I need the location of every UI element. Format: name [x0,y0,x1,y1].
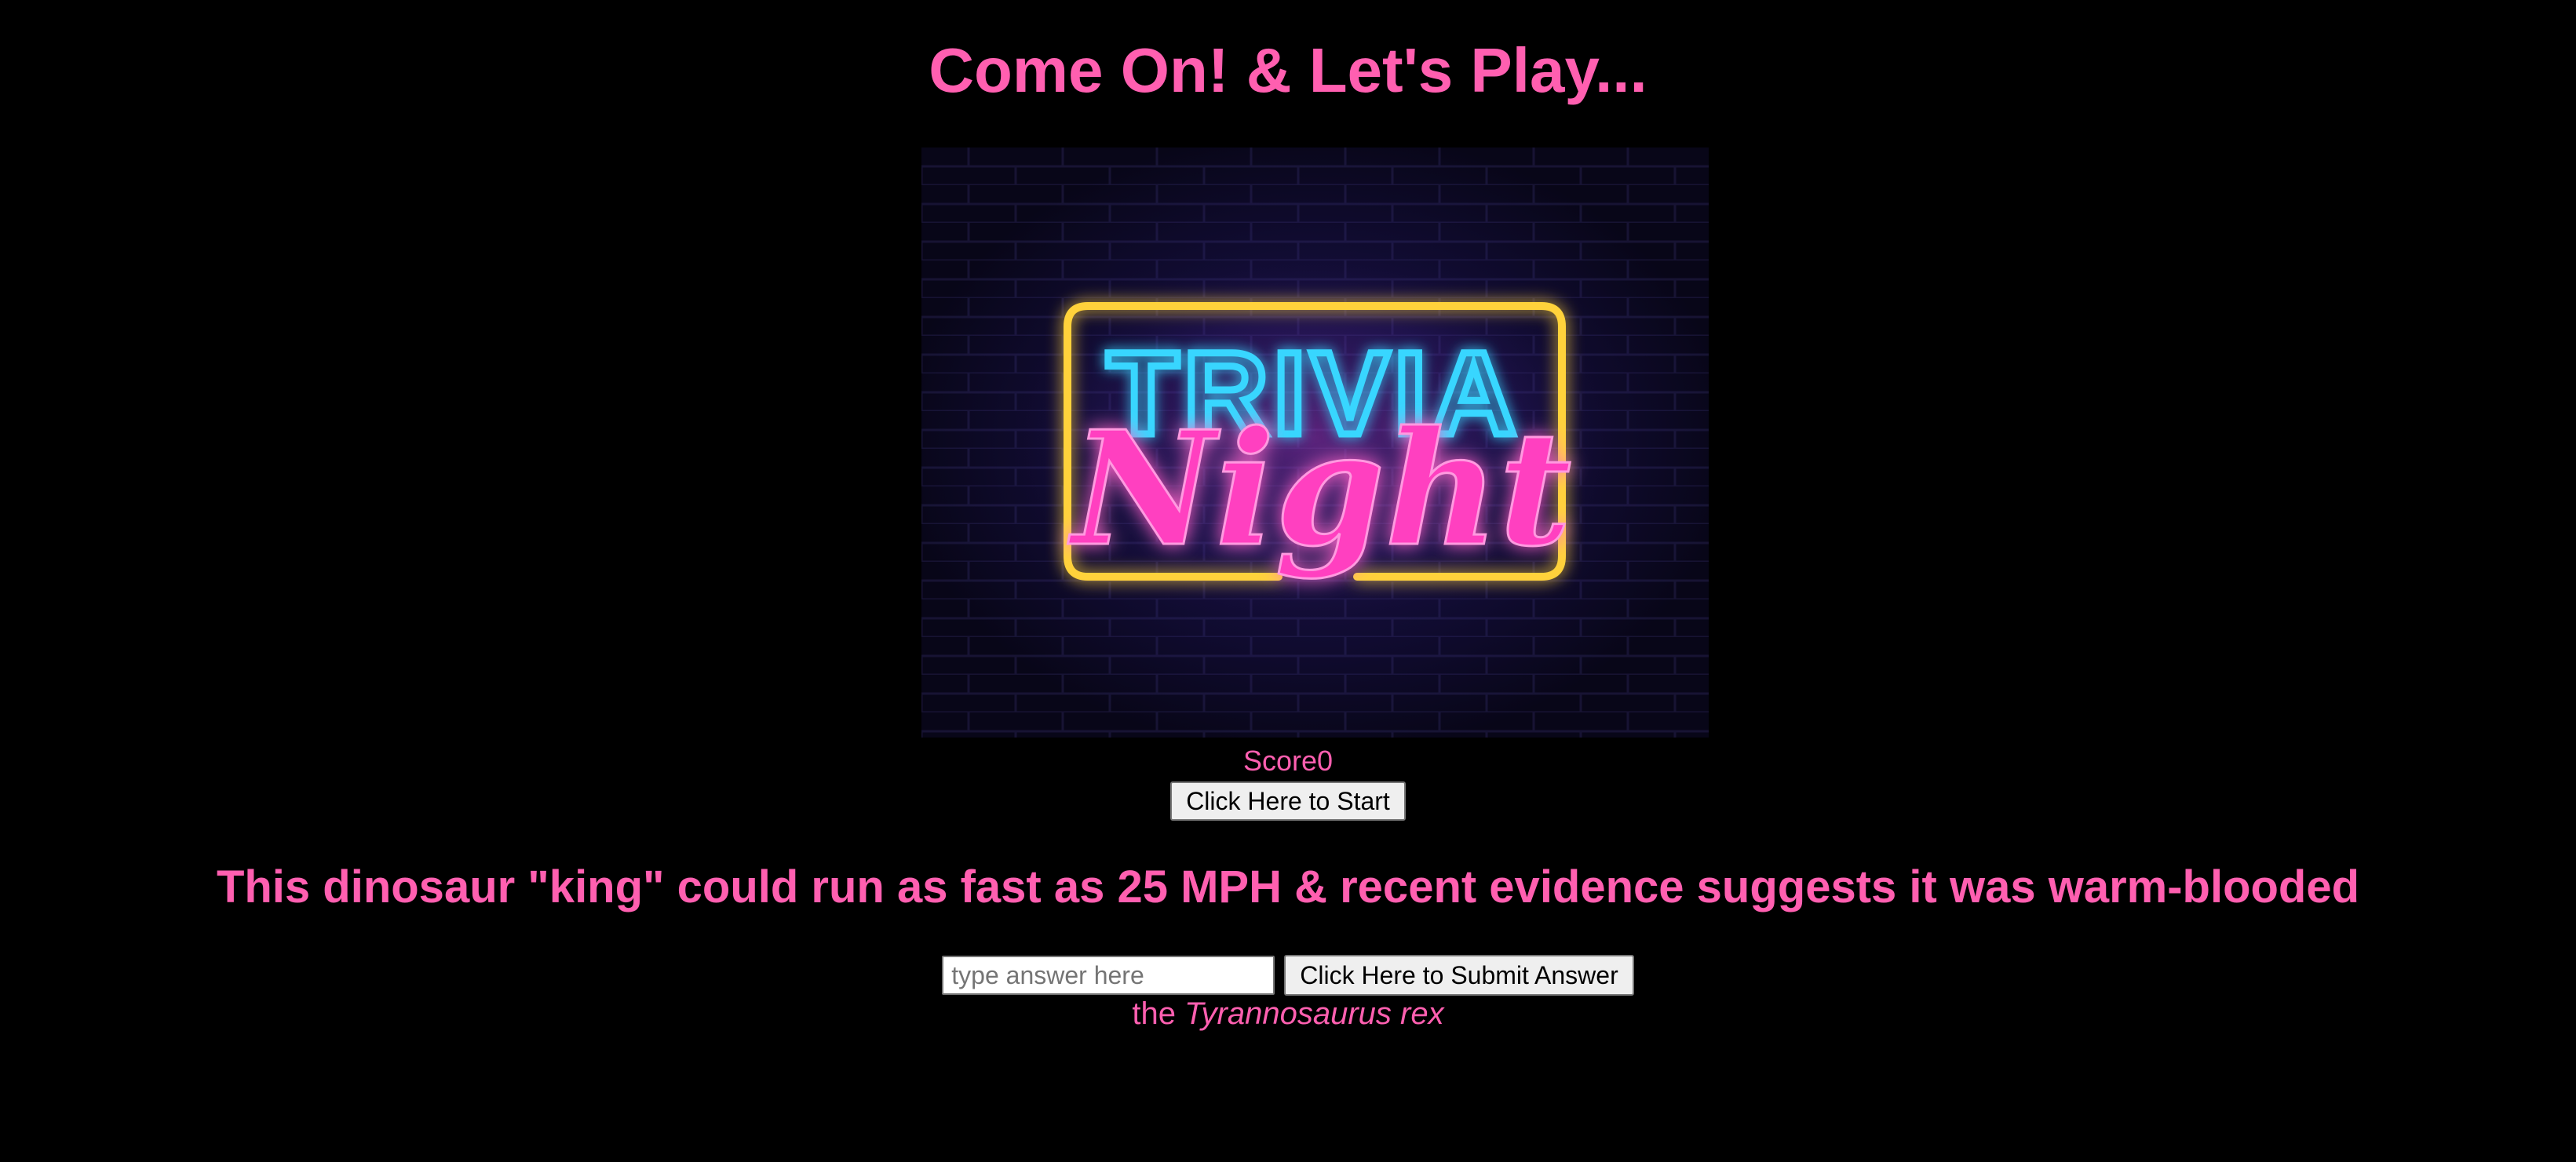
score-value: 0 [1317,745,1334,777]
answer-row: Click Here to Submit Answer [0,955,2576,996]
neon-sign-graphic: TRIVIA Night [921,148,1709,738]
start-button[interactable]: Click Here to Start [1170,781,1406,821]
trivia-night-sign-image: TRIVIA Night [921,148,1709,738]
answer-input[interactable] [942,956,1275,995]
start-row: Click Here to Start [0,781,2576,821]
score-display: Score0 [0,742,2576,780]
sign-text-night: Night [1067,397,1571,581]
submit-answer-button[interactable]: Click Here to Submit Answer [1284,955,1634,996]
trivia-page: Come On! & Let's Play... TRIVIA Night Sc… [0,0,2576,1162]
answer-reveal-prefix: the [1132,996,1185,1031]
page-title: Come On! & Let's Play... [929,35,1647,105]
score-label: Score [1242,745,1317,777]
answer-reveal-name: Tyrannosaurus rex [1184,996,1444,1031]
question-text: This dinosaur "king" could run as fast a… [216,861,2360,912]
answer-reveal: the Tyrannosaurus rex [0,993,2576,1034]
